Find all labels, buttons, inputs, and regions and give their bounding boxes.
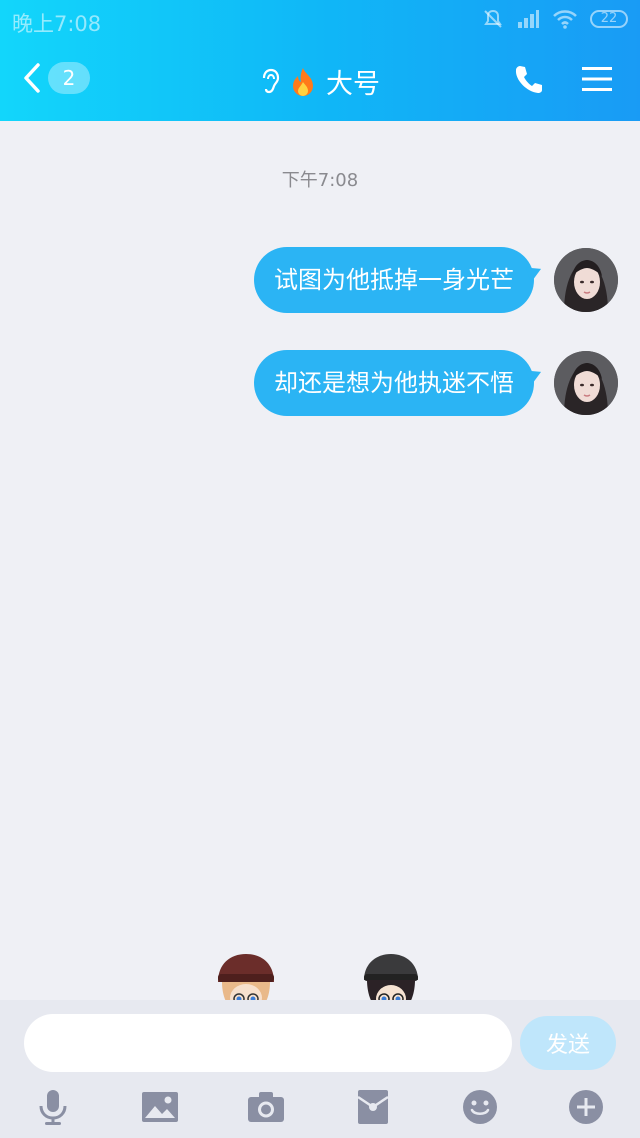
send-button[interactable]: 发送: [520, 1016, 616, 1070]
mute-bell-icon: [484, 9, 502, 28]
camera-button[interactable]: [213, 1084, 320, 1130]
status-bar: 晚上7:08 22: [0, 0, 640, 40]
message-timestamp: 下午7:08: [281, 170, 359, 191]
composer: 发送: [0, 1000, 640, 1138]
nav-actions: [514, 64, 612, 94]
fire-icon: [293, 67, 313, 96]
wifi-icon: [553, 10, 577, 29]
avatar[interactable]: [554, 248, 618, 312]
menu-icon[interactable]: [582, 66, 612, 92]
phone-icon[interactable]: [514, 64, 542, 94]
mic-icon: [39, 1090, 67, 1125]
message-bubble[interactable]: 试图为他抵掉一身光芒: [254, 247, 534, 313]
composer-toolbar: [0, 1084, 640, 1130]
image-icon: [141, 1092, 178, 1122]
message-row: 却还是想为他执迷不悟: [254, 350, 618, 416]
message-bubble[interactable]: 却还是想为他执迷不悟: [254, 350, 534, 416]
status-time: 晚上7:08: [12, 12, 102, 36]
gallery-button[interactable]: [107, 1084, 214, 1130]
message-row: 试图为他抵掉一身光芒: [254, 247, 618, 313]
signal-icon: [518, 10, 539, 28]
more-button[interactable]: [533, 1084, 640, 1130]
emoji-icon: [462, 1090, 497, 1124]
emoji-button[interactable]: [426, 1084, 533, 1130]
voice-button[interactable]: [0, 1084, 107, 1130]
ear-icon: [262, 68, 280, 93]
plus-icon: [569, 1090, 604, 1124]
contact-name: 大号: [326, 69, 380, 100]
status-icons: 22: [482, 8, 628, 30]
battery-indicator: 22: [590, 10, 628, 28]
chat-header: 晚上7:08 22 2 大号: [0, 0, 640, 121]
red-packet-icon: [357, 1090, 389, 1124]
camera-icon: [248, 1092, 285, 1122]
nav-bar: 2 大号: [0, 40, 640, 121]
message-input[interactable]: [24, 1014, 512, 1072]
avatar[interactable]: [554, 351, 618, 415]
red-packet-button[interactable]: [320, 1084, 427, 1130]
